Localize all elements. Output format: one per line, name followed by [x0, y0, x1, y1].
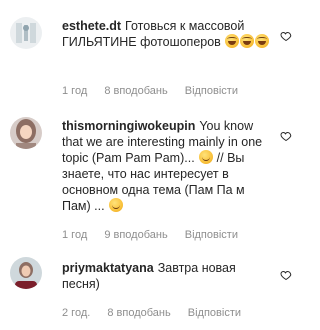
comment-likes[interactable]: 8 вподобань [107, 307, 170, 319]
comment-time[interactable]: 2 год. [62, 307, 90, 319]
comment-username[interactable]: thismorningiwokeupin [62, 119, 195, 133]
reply-button[interactable]: Відповісти [185, 85, 238, 97]
comment-time[interactable]: 1 год [62, 229, 87, 241]
laughing-emoji-icon [255, 34, 270, 48]
comment-meta: 1 год 8 вподобань Відповісти [62, 85, 252, 97]
comment-item: esthete.dt Готовься к массовой ГИЛЬЯТИНЕ … [0, 0, 306, 100]
comment-body: esthete.dt Готовься к массовой ГИЛЬЯТИНЕ … [62, 18, 270, 50]
avatar-image [10, 117, 42, 149]
avatar-image [10, 257, 42, 289]
comment-likes[interactable]: 9 вподобань [104, 229, 167, 241]
comment-meta: 2 год. 8 вподобань Відповісти [62, 307, 255, 319]
comment-time[interactable]: 1 год [62, 85, 87, 97]
comment-meta: 1 год 9 вподобань Відповісти [62, 229, 252, 241]
heart-icon[interactable] [280, 30, 292, 42]
heart-icon[interactable] [280, 130, 292, 142]
comment-body: thismorningiwokeupin You know that we are… [62, 118, 270, 214]
comment-username[interactable]: priymaktatyana [62, 261, 154, 275]
laughing-emoji-icon [240, 34, 255, 48]
comment-item: priymaktatyana Завтра новая песня) 2 год.… [0, 250, 306, 330]
reply-button[interactable]: Відповісти [188, 307, 241, 319]
comment-likes[interactable]: 8 вподобань [104, 85, 167, 97]
smile-emoji-icon [199, 150, 214, 164]
comments-list: esthete.dt Готовься к массовой ГИЛЬЯТИНЕ … [0, 0, 306, 330]
avatar-image [10, 17, 42, 49]
avatar[interactable] [10, 257, 42, 289]
smile-emoji-icon [109, 198, 124, 212]
heart-icon[interactable] [280, 269, 292, 281]
avatar[interactable] [10, 17, 42, 49]
comment-username[interactable]: esthete.dt [62, 19, 121, 33]
comment-body: priymaktatyana Завтра новая песня) [62, 260, 270, 292]
avatar[interactable] [10, 117, 42, 149]
laughing-emoji-icon [225, 34, 240, 48]
comment-item: thismorningiwokeupin You know that we are… [0, 100, 306, 250]
reply-button[interactable]: Відповісти [185, 229, 238, 241]
